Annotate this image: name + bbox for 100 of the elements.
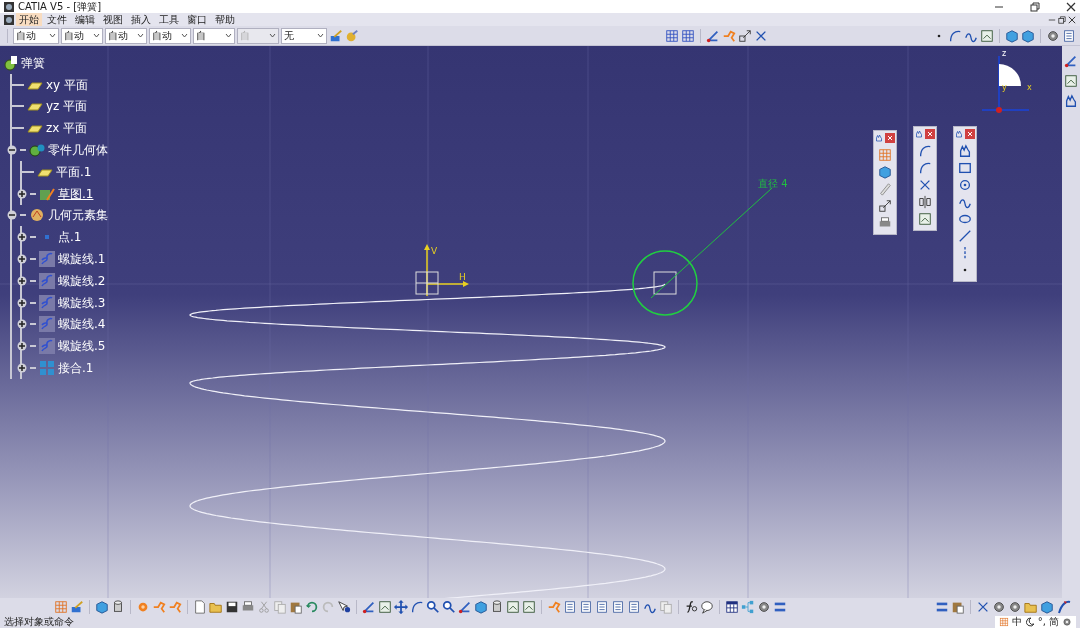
table-icon[interactable] (725, 600, 739, 614)
style-dropdown[interactable]: 自动 (61, 27, 103, 44)
fx-icon[interactable] (684, 600, 698, 614)
grid-icon[interactable] (998, 617, 1009, 627)
frame-icon[interactable] (918, 212, 932, 226)
menu-item[interactable]: 视图 (100, 13, 126, 26)
caret-icon[interactable] (137, 33, 144, 38)
helix-curve[interactable] (189, 283, 666, 598)
gear-icon[interactable] (757, 600, 771, 614)
tree-item[interactable]: zx 平面 (46, 121, 88, 136)
compass-drawing[interactable] (981, 55, 1030, 113)
tree-item[interactable]: 零件几何体 (48, 143, 108, 158)
plus-icon[interactable] (17, 254, 27, 265)
tree-item[interactable]: 螺旋线.4 (58, 317, 106, 332)
clipboard-icon[interactable] (289, 600, 303, 614)
moon-icon[interactable] (1024, 617, 1035, 627)
caret-icon[interactable] (317, 33, 324, 38)
axis-icon[interactable] (706, 28, 720, 43)
tree-item[interactable]: 螺旋线.5 (58, 339, 106, 354)
undo-icon[interactable] (305, 600, 319, 614)
list-icon[interactable] (627, 600, 641, 614)
document-icon[interactable] (4, 14, 14, 25)
cylinder-icon[interactable] (490, 600, 504, 614)
cylinder-icon[interactable] (111, 600, 125, 614)
restore-icon[interactable] (1058, 15, 1066, 24)
gear-icon[interactable] (1062, 617, 1072, 627)
print-icon[interactable] (241, 600, 255, 614)
axis-icon[interactable] (362, 600, 376, 614)
line-icon[interactable] (958, 229, 972, 243)
curve-icon[interactable] (948, 28, 962, 43)
tree-item[interactable]: 螺旋线.3 (58, 295, 106, 310)
list-icon[interactable] (1062, 28, 1076, 43)
minus-icon[interactable] (7, 210, 17, 221)
menu-item[interactable]: 编辑 (72, 13, 98, 26)
dimension-line[interactable] (650, 187, 773, 299)
frame-icon[interactable] (506, 600, 520, 614)
plus-icon[interactable] (17, 188, 27, 199)
scale-icon[interactable] (738, 28, 752, 43)
gear-icon[interactable] (992, 600, 1006, 614)
menu-item[interactable]: 文件 (44, 13, 70, 26)
circle-curve[interactable] (632, 250, 698, 316)
help-icon[interactable] (337, 600, 351, 614)
plus-icon[interactable] (17, 341, 27, 352)
close-icon[interactable] (1068, 15, 1076, 24)
list-icon[interactable] (595, 600, 609, 614)
sphere-icon[interactable] (345, 28, 359, 43)
ellipse-icon[interactable] (958, 212, 972, 226)
move-icon[interactable] (394, 600, 408, 614)
frame-icon[interactable] (1064, 74, 1078, 88)
save-icon[interactable] (225, 600, 239, 614)
frame-icon[interactable] (378, 600, 392, 614)
caret-icon[interactable] (93, 33, 100, 38)
close-icon[interactable] (1066, 1, 1076, 12)
magnifier-icon[interactable] (442, 600, 456, 614)
tree-item[interactable]: yz 平面 (46, 99, 88, 114)
ime-punctuation[interactable]: °, (1037, 616, 1046, 628)
bubble-icon[interactable] (700, 600, 714, 614)
cross-icon[interactable] (918, 178, 932, 192)
menu-item[interactable]: 工具 (156, 13, 182, 26)
symmetry-icon[interactable] (918, 195, 932, 209)
style-dropdown[interactable]: 无 (281, 27, 327, 44)
curve-icon[interactable] (918, 161, 932, 175)
plus-icon[interactable] (17, 275, 27, 286)
plus-icon[interactable] (17, 319, 27, 330)
brush-icon[interactable] (70, 600, 84, 614)
menu-item[interactable]: 开始 (16, 13, 42, 26)
curve-icon[interactable] (918, 144, 932, 158)
lattice-icon[interactable] (665, 28, 679, 43)
menu-item[interactable]: 插入 (128, 13, 154, 26)
tree-item[interactable]: 螺旋线.2 (58, 273, 106, 288)
bars-icon[interactable] (773, 600, 787, 614)
menu-item[interactable]: 帮助 (212, 13, 238, 26)
style-dropdown[interactable]: 自动 (105, 27, 147, 44)
cube-icon[interactable] (474, 600, 488, 614)
style-dropdown[interactable]: 自 (193, 27, 235, 44)
cube-icon[interactable] (95, 600, 109, 614)
plus-icon[interactable] (17, 297, 27, 308)
tree-item[interactable]: 草图.1 (58, 186, 94, 201)
caret-icon[interactable] (49, 33, 56, 38)
plus-icon[interactable] (17, 232, 27, 243)
scale-icon[interactable] (878, 199, 892, 213)
axis-icon[interactable] (458, 600, 472, 614)
list-icon[interactable] (611, 600, 625, 614)
gear-icon[interactable] (1008, 600, 1022, 614)
cross-icon[interactable] (976, 600, 990, 614)
tree-item[interactable]: 点.1 (58, 230, 82, 245)
clipboard-icon[interactable] (951, 600, 965, 614)
list-icon[interactable] (563, 600, 577, 614)
gear-icon[interactable] (1046, 28, 1060, 43)
circle-icon[interactable] (958, 178, 972, 192)
tree-item[interactable]: 平面.1 (56, 164, 92, 179)
list-icon[interactable] (579, 600, 593, 614)
dimension-label[interactable]: 直径 4 (758, 178, 788, 189)
caret-icon[interactable] (225, 33, 232, 38)
doc-icon[interactable] (193, 600, 207, 614)
ime-script[interactable]: 简 (1049, 616, 1059, 628)
cube-icon[interactable] (1040, 600, 1054, 614)
tree-item[interactable]: xy 平面 (46, 77, 89, 92)
cube-icon[interactable] (1005, 28, 1019, 43)
logo-icon[interactable] (1056, 599, 1072, 615)
